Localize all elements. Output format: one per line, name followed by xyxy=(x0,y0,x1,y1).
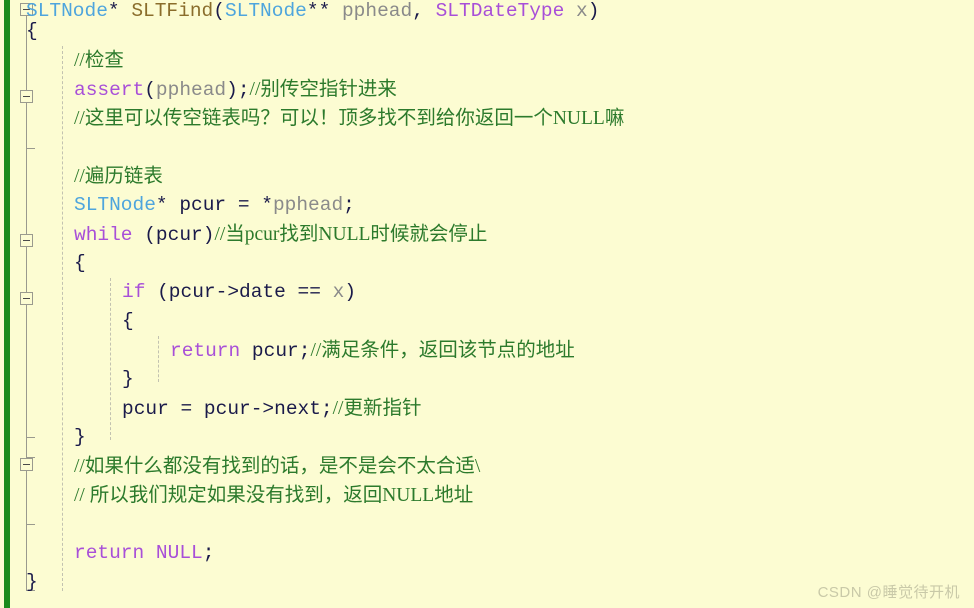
token-source-param: pphead xyxy=(272,194,344,216)
token-argument: pphead xyxy=(155,79,227,101)
code-line-11[interactable]: if (pcur->date == x) xyxy=(122,278,356,307)
token-comment: //如果什么都没有找到的话，是不是会不太合适\ xyxy=(74,456,481,477)
token-param-x: x xyxy=(332,281,345,303)
code-line-10[interactable]: { xyxy=(74,249,86,278)
token-condition: (pcur) xyxy=(132,224,215,246)
token-comment: //别传空指针进来 xyxy=(249,79,397,100)
code-line-14[interactable]: } xyxy=(122,365,134,394)
code-line-1[interactable]: SLTNode* SLTFind(SLTNode** pphead, SLTDa… xyxy=(26,0,599,26)
code-line-18[interactable]: // 所以我们规定如果没有找到，返回NULL地址 xyxy=(74,481,473,510)
token-return-keyword: return xyxy=(74,542,145,564)
token-condition-close: ) xyxy=(344,281,357,303)
token-param2-type: SLTDateType xyxy=(435,0,565,22)
token-star: * xyxy=(155,194,180,216)
token-close-brace: } xyxy=(74,426,86,448)
code-line-12[interactable]: { xyxy=(122,307,134,336)
code-line-2[interactable]: { xyxy=(26,17,38,46)
token-assert-macro: assert xyxy=(74,79,145,101)
code-line-8[interactable]: SLTNode* pcur = *pphead; xyxy=(74,191,355,220)
token-null-keyword: NULL xyxy=(155,542,203,564)
token-open-paren: ( xyxy=(213,0,225,22)
code-line-3[interactable]: //检查 xyxy=(74,46,124,75)
token-comment: //这里可以传空链表吗？可以！顶多找不到给你返回一个NULL嘛 xyxy=(74,108,625,129)
token-statement: pcur = pcur->next; xyxy=(122,398,333,420)
token-param1-type: SLTNode xyxy=(224,0,307,22)
token-close-paren: ) xyxy=(587,0,600,22)
token-close-brace: } xyxy=(26,571,38,593)
token-comment: //更新指针 xyxy=(332,398,422,419)
code-line-7[interactable]: //遍历链表 xyxy=(74,162,163,191)
code-line-9[interactable]: while (pcur)//当pcur找到NULL时候就会停止 xyxy=(74,220,487,249)
token-comment: //满足条件，返回该节点的地址 xyxy=(310,340,575,361)
code-line-17[interactable]: //如果什么都没有找到的话，是不是会不太合适\ xyxy=(74,452,480,481)
code-text-layer[interactable]: SLTNode* SLTFind(SLTNode** pphead, SLTDa… xyxy=(0,0,974,608)
token-close-paren: ); xyxy=(226,79,250,101)
token-close-brace: } xyxy=(122,368,134,390)
code-line-4[interactable]: assert(pphead);//别传空指针进来 xyxy=(74,75,397,104)
csdn-watermark: CSDN @睡觉待开机 xyxy=(817,584,960,601)
code-line-21[interactable]: } xyxy=(26,568,38,597)
token-open-brace: { xyxy=(26,20,38,42)
token-comment: //遍历链表 xyxy=(74,166,163,187)
token-open-brace: { xyxy=(74,252,86,274)
token-open-paren: ( xyxy=(144,79,156,101)
code-editor-canvas: SLTNode* SLTFind(SLTNode** pphead, SLTDa… xyxy=(0,0,974,608)
token-variable: pcur xyxy=(179,194,227,216)
token-comment: //检查 xyxy=(74,50,124,71)
token-while-keyword: while xyxy=(74,224,133,246)
token-condition-open: (pcur->date == xyxy=(145,281,333,303)
code-line-13[interactable]: return pcur;//满足条件，返回该节点的地址 xyxy=(170,336,575,365)
token-type: SLTNode xyxy=(74,194,156,216)
token-return-type: SLTNode xyxy=(26,0,108,22)
token-semicolon: ; xyxy=(202,542,215,564)
token-return-value: pcur; xyxy=(240,340,311,362)
code-line-16[interactable]: } xyxy=(74,423,86,452)
token-comment: // 所以我们规定如果没有找到，返回NULL地址 xyxy=(74,485,474,506)
token-if-keyword: if xyxy=(122,281,146,303)
code-line-15[interactable]: pcur = pcur->next;//更新指针 xyxy=(122,394,421,423)
token-function-name: SLTFind xyxy=(131,0,214,22)
token-param2-name: x xyxy=(564,0,588,22)
token-comma: , xyxy=(412,0,436,22)
token-assign: = * xyxy=(226,194,273,216)
token-param1-star: ** xyxy=(306,0,342,22)
token-comment: //当pcur找到NULL时候就会停止 xyxy=(214,224,488,245)
code-line-5[interactable]: //这里可以传空链表吗？可以！顶多找不到给你返回一个NULL嘛 xyxy=(74,104,624,133)
token-param1-name: pphead xyxy=(341,0,413,22)
token-return-star: * xyxy=(107,0,132,22)
token-open-brace: { xyxy=(122,310,134,332)
code-line-20[interactable]: return NULL; xyxy=(74,539,214,568)
token-return-keyword: return xyxy=(170,340,241,362)
token-semicolon: ; xyxy=(343,194,355,216)
